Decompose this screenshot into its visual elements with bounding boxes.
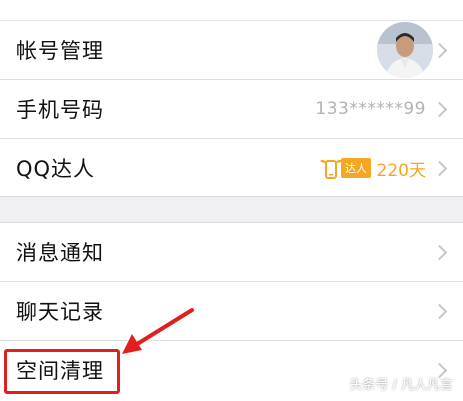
watermark: 头条号 / 凡人凡言 bbox=[349, 378, 453, 393]
annotation-arrow-icon bbox=[122, 308, 194, 354]
